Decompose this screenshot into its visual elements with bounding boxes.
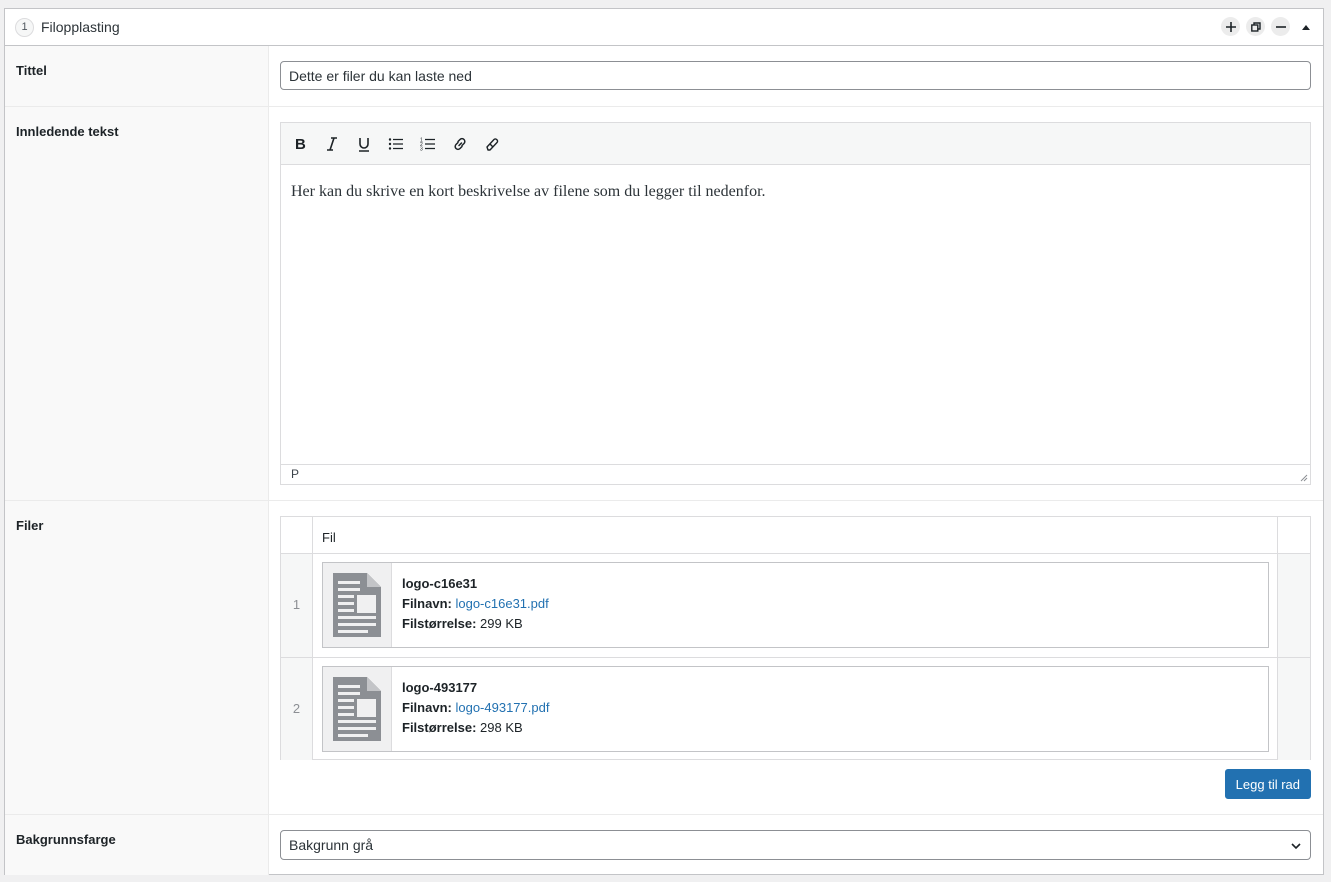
duplicate-icon [1250,21,1261,32]
file-card[interactable]: logo-493177 Filnavn: logo-493177.pdf Fil… [322,666,1269,752]
file-link[interactable]: logo-c16e31.pdf [455,596,548,611]
wysiwyg-editor: B 123 Her kan du skrive en kort beskrive… [280,122,1311,485]
bullet-list-button[interactable] [385,133,407,155]
underline-icon [359,138,369,152]
italic-button[interactable] [321,133,343,155]
row-order-handle[interactable]: 2 [281,658,313,760]
resize-handle-icon[interactable] [1298,472,1308,482]
unlink-button[interactable] [481,133,503,155]
row-remove-area[interactable] [1277,658,1310,760]
link-button[interactable] [449,133,471,155]
bullet-list-icon [388,138,403,150]
file-title: logo-493177 [402,680,478,695]
background-select[interactable]: Bakgrunn grå [280,830,1311,860]
caret-up-icon [1301,24,1310,30]
field-title: Tittel [5,46,1323,107]
eraser-icon [486,138,499,151]
file-size: 299 KB [480,616,523,631]
plus-icon [1225,21,1236,32]
row-remove-area[interactable] [1277,554,1310,657]
document-icon [323,563,392,647]
file-size: 298 KB [480,720,523,735]
chevron-down-icon [1291,843,1301,850]
layout-title: Filopplasting [41,19,120,35]
add-layout-button[interactable] [1221,17,1240,36]
layout-controls [1221,17,1315,36]
link-icon [454,137,466,151]
field-label-files: Filer [16,518,44,533]
italic-icon [327,137,337,151]
layout-order-badge[interactable]: 1 [15,18,34,37]
element-path[interactable]: P [291,467,299,481]
add-row-button[interactable]: Legg til rad [1224,769,1311,799]
numbered-list-button[interactable]: 123 [417,133,439,155]
minus-icon [1275,25,1286,28]
file-card[interactable]: logo-c16e31 Filnavn: logo-c16e31.pdf Fil… [322,562,1269,648]
editor-content[interactable]: Her kan du skrive en kort beskrivelse av… [281,165,1310,464]
editor-toolbar: B 123 [281,123,1310,165]
flexible-layout: 1 Filopplasting Tittel Innlede [4,8,1324,875]
svg-text:3: 3 [420,147,423,152]
table-row: 1 logo-c16e31 Filnavn: logo-c16e31.pdf F… [281,554,1310,657]
title-input[interactable] [280,61,1311,90]
field-intro: Innledende tekst B 1 2 3 Her kan du skri… [5,107,1323,501]
field-background: Bakgrunnsfarge Bakgrunn grå [5,815,1323,875]
field-label-intro: Innledende tekst [16,124,119,139]
background-select-value: Bakgrunn grå [289,837,374,853]
bold-button[interactable]: B [289,133,311,155]
svg-text:B: B [295,136,306,152]
file-title: logo-c16e31 [402,576,478,591]
duplicate-layout-button[interactable] [1246,17,1265,36]
repeater-header: Fil [281,517,1310,554]
files-repeater: Fil 1 logo-c16e31 Filnavn: logo-c16e31.p… [280,516,1311,760]
editor-statusbar: P [281,464,1310,484]
row-order-handle[interactable]: 1 [281,554,313,657]
underline-button[interactable] [353,133,375,155]
column-header-file: Fil [322,530,336,545]
collapse-layout-button[interactable] [1296,17,1315,36]
field-label-title: Tittel [16,63,47,78]
document-icon [323,667,392,751]
field-label-background: Bakgrunnsfarge [16,832,116,847]
layout-header[interactable]: 1 Filopplasting [5,9,1323,46]
numbered-list-icon: 123 [420,138,435,152]
table-row: 2 logo-493177 Filnavn: logo-493177.pdf F… [281,657,1310,760]
field-files: Filer Fil 1 logo-c16e31 Filnavn: logo-c1… [5,501,1323,815]
bold-icon: B [295,136,306,152]
remove-layout-button[interactable] [1271,17,1290,36]
file-link[interactable]: logo-493177.pdf [455,700,549,715]
